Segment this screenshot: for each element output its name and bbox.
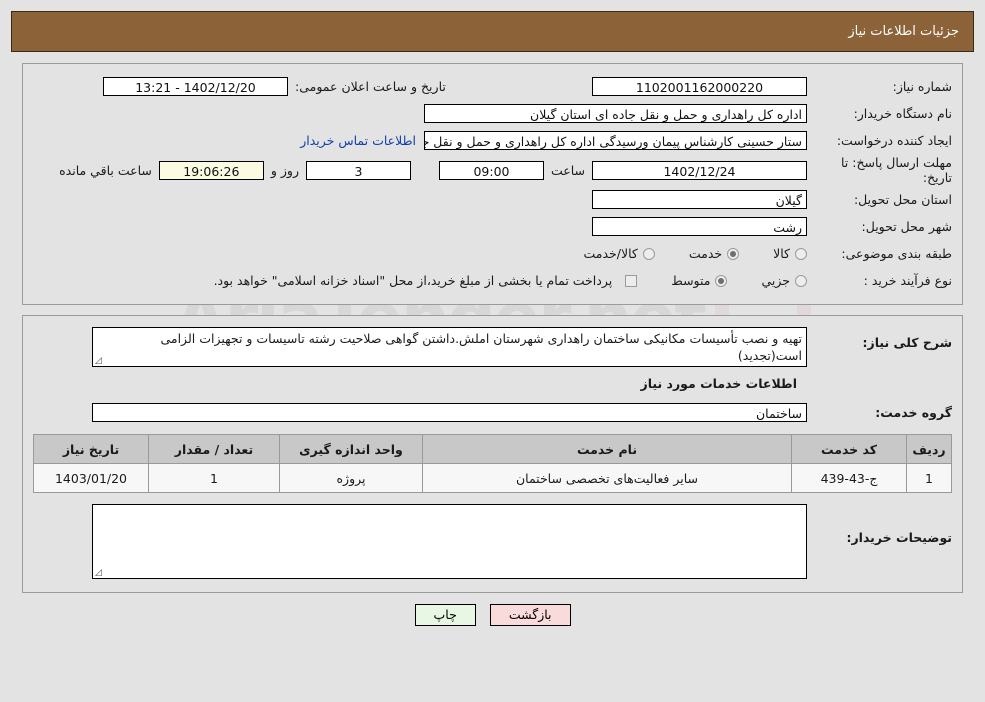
cell-quantity: 1 [148, 463, 280, 493]
row-category: طبقه بندی موضوعی: کالا خدمت کالا/خدمت [23, 240, 962, 267]
need-number-label: شماره نیاز: [892, 79, 952, 94]
page-header: جزئیات اطلاعات نیاز [11, 11, 974, 52]
islamic-treasury-checkbox[interactable] [625, 274, 638, 287]
row-buyer-notes: توضیحات خریدار: ◺ [23, 503, 962, 580]
footer-buttons: بازگشت چاپ [0, 604, 985, 626]
remaining-time-field: 19:06:26 [158, 160, 264, 180]
process-option-label: متوسط [671, 273, 711, 288]
category-label: طبقه بندی موضوعی: [841, 246, 952, 261]
province-field[interactable]: گیلان [592, 190, 807, 209]
resize-grip-icon[interactable]: ◺ [95, 356, 104, 366]
need-details-panel: شرح کلی نیاز: تهیه و نصب تأسیسات مکانیکی… [22, 315, 963, 593]
row-requester: ایجاد کننده درخواست: ستار حسینی کارشناس … [23, 127, 962, 154]
need-info-panel: شماره نیاز: 1102001162000220 تاریخ و ساع… [22, 63, 963, 305]
process-type-label: نوع فرآیند خرید : [863, 273, 952, 288]
category-radio-group: کالا خدمت کالا/خدمت [549, 246, 807, 261]
row-province: استان محل تحویل: گیلان [23, 186, 962, 213]
cell-need-date: 1403/01/20 [33, 463, 149, 493]
col-quantity: تعداد / مقدار [148, 434, 280, 464]
remaining-days-label: روز و [270, 162, 299, 178]
col-unit: واحد اندازه گیری [279, 434, 423, 464]
services-section-title: اطلاعات خدمات مورد نیاز [640, 376, 798, 391]
buyer-contact-link[interactable]: اطلاعات تماس خریدار [292, 133, 424, 148]
row-buyer-org: نام دستگاه خریدار: اداره کل راهداری و حم… [23, 100, 962, 127]
public-announce-label: تاریخ و ساعت اعلان عمومی: [295, 79, 446, 94]
buyer-notes-label: توضیحات خریدار: [846, 530, 952, 545]
deadline-time-field[interactable]: 09:00 [438, 160, 544, 180]
table-row[interactable]: 1 ج-43-439 سایر فعالیت‌های تخصصی ساختمان… [33, 463, 952, 493]
process-option-jozei[interactable]: جزیي [761, 273, 807, 288]
cell-row-no: 1 [906, 463, 952, 493]
remaining-time-label: ساعت باقي مانده [59, 162, 152, 178]
row-process-type: نوع فرآیند خرید : جزیي متوسط پرداخت تمام… [23, 267, 962, 294]
city-field[interactable]: رشت [592, 217, 807, 236]
process-option-motevaset[interactable]: متوسط [671, 273, 728, 288]
radio-icon[interactable] [727, 247, 740, 260]
province-label: استان محل تحویل: [853, 192, 952, 207]
col-need-date: تاریخ نیاز [33, 434, 149, 464]
requester-label: ایجاد کننده درخواست: [836, 133, 952, 148]
deadline-time-label: ساعت [550, 162, 585, 178]
services-table: ردیف کد خدمت نام خدمت واحد اندازه گیری ت… [33, 434, 952, 493]
category-option-khedmat[interactable]: خدمت [688, 246, 740, 261]
page-title: جزئیات اطلاعات نیاز [848, 24, 959, 39]
category-option-kala[interactable]: کالا [773, 246, 807, 261]
process-option-label: جزیي [761, 273, 790, 288]
deadline-date-field[interactable]: 1402/12/24 [592, 160, 807, 180]
radio-icon[interactable] [795, 274, 807, 287]
print-button[interactable]: چاپ [414, 604, 476, 626]
buyer-notes-textarea[interactable]: ◺ [92, 504, 807, 579]
cell-service-name: سایر فعالیت‌های تخصصی ساختمان [422, 463, 792, 493]
row-description: شرح کلی نیاز: تهیه و نصب تأسیسات مکانیکی… [23, 326, 962, 368]
col-row-no: ردیف [906, 434, 952, 464]
back-button[interactable]: بازگشت [489, 604, 571, 626]
table-header-row: ردیف کد خدمت نام خدمت واحد اندازه گیری ت… [33, 434, 952, 464]
col-service-code: کد خدمت [791, 434, 907, 464]
cell-service-code: ج-43-439 [791, 463, 907, 493]
remaining-days-field: 3 [305, 160, 411, 180]
description-label: شرح کلی نیاز: [862, 335, 952, 350]
cell-unit: پروژه [279, 463, 423, 493]
row-deadline: مهلت ارسال پاسخ: تا تاریخ: 1402/12/24 سا… [23, 154, 962, 186]
islamic-treasury-label: پرداخت تمام یا بخشی از مبلغ خرید،از محل … [213, 273, 613, 288]
radio-icon[interactable] [715, 274, 728, 287]
service-group-field[interactable]: ساختمان [92, 403, 807, 422]
process-type-radio-group: جزیي متوسط [637, 273, 807, 288]
radio-icon[interactable] [795, 247, 807, 260]
radio-icon[interactable] [642, 247, 655, 260]
buyer-org-label: نام دستگاه خریدار: [853, 106, 952, 121]
public-announce-field[interactable]: 1402/12/20 - 13:21 [103, 77, 288, 96]
category-option-label: کالا [773, 246, 790, 261]
description-textarea[interactable]: تهیه و نصب تأسیسات مکانیکی ساختمان راهدا… [92, 327, 807, 367]
category-option-kala-khedmat[interactable]: کالا/خدمت [583, 246, 655, 261]
requester-field[interactable]: ستار حسینی کارشناس پیمان ورسیدگی اداره ک… [424, 131, 807, 150]
resize-grip-icon[interactable]: ◺ [95, 568, 104, 578]
service-group-label: گروه خدمت: [875, 405, 952, 420]
category-option-label: کالا/خدمت [583, 246, 638, 261]
deadline-label: مهلت ارسال پاسخ: تا تاریخ: [841, 155, 952, 185]
category-option-label: خدمت [688, 246, 723, 261]
buyer-org-field[interactable]: اداره کل راهداری و حمل و نقل جاده ای است… [424, 104, 807, 123]
need-number-field[interactable]: 1102001162000220 [592, 77, 807, 96]
services-table-wrap: ردیف کد خدمت نام خدمت واحد اندازه گیری ت… [33, 434, 952, 493]
col-service-name: نام خدمت [422, 434, 792, 464]
row-need-number: شماره نیاز: 1102001162000220 تاریخ و ساع… [23, 73, 962, 100]
city-label: شهر محل تحویل: [861, 219, 952, 234]
row-city: شهر محل تحویل: رشت [23, 213, 962, 240]
row-service-group: گروه خدمت: ساختمان [23, 399, 962, 426]
